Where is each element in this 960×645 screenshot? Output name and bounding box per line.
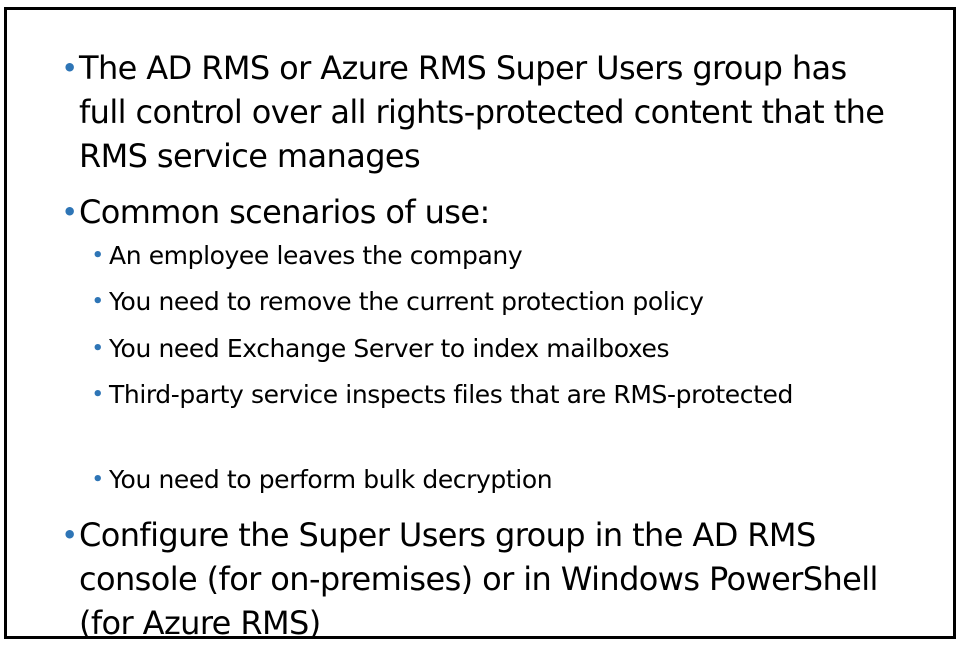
bullet-dot-icon: • — [92, 384, 104, 405]
bullet-dot-icon: • — [92, 245, 104, 266]
slide-frame: • The AD RMS or Azure RMS Super Users gr… — [4, 7, 956, 639]
bullet-text: Third-party service inspects files that … — [109, 380, 793, 409]
bullet-item-super-users-group: • The AD RMS or Azure RMS Super Users gr… — [62, 46, 892, 178]
bullet-item-configure-super-users: • Configure the Super Users group in the… — [62, 513, 892, 639]
bullet-dot-icon: • — [62, 54, 77, 82]
bullet-text: You need to remove the current protectio… — [109, 287, 704, 316]
bullet-text: Common scenarios of use: — [79, 193, 490, 231]
sub-bullet-item-bulk-decryption: • You need to perform bulk decryption — [92, 461, 812, 499]
bullet-dot-icon: • — [92, 291, 104, 312]
bullet-dot-icon: • — [62, 198, 77, 226]
bullet-text: You need Exchange Server to index mailbo… — [109, 334, 670, 363]
bullet-text: Configure the Super Users group in the A… — [79, 516, 878, 639]
sub-bullet-item-third-party-service: • Third-party service inspects files tha… — [92, 376, 812, 414]
sub-bullet-item-remove-policy: • You need to remove the current protect… — [92, 283, 812, 321]
bullet-dot-icon: • — [62, 521, 77, 549]
bullet-text: An employee leaves the company — [109, 241, 523, 270]
bullet-text: You need to perform bulk decryption — [109, 465, 553, 494]
sub-bullet-item-exchange-index: • You need Exchange Server to index mail… — [92, 330, 812, 368]
sub-bullet-item-employee-leaves: • An employee leaves the company — [92, 237, 812, 275]
bullet-item-common-scenarios: • Common scenarios of use: — [62, 190, 892, 234]
bullet-text: The AD RMS or Azure RMS Super Users grou… — [79, 49, 885, 175]
bullet-dot-icon: • — [92, 338, 104, 359]
bullet-dot-icon: • — [92, 469, 104, 490]
